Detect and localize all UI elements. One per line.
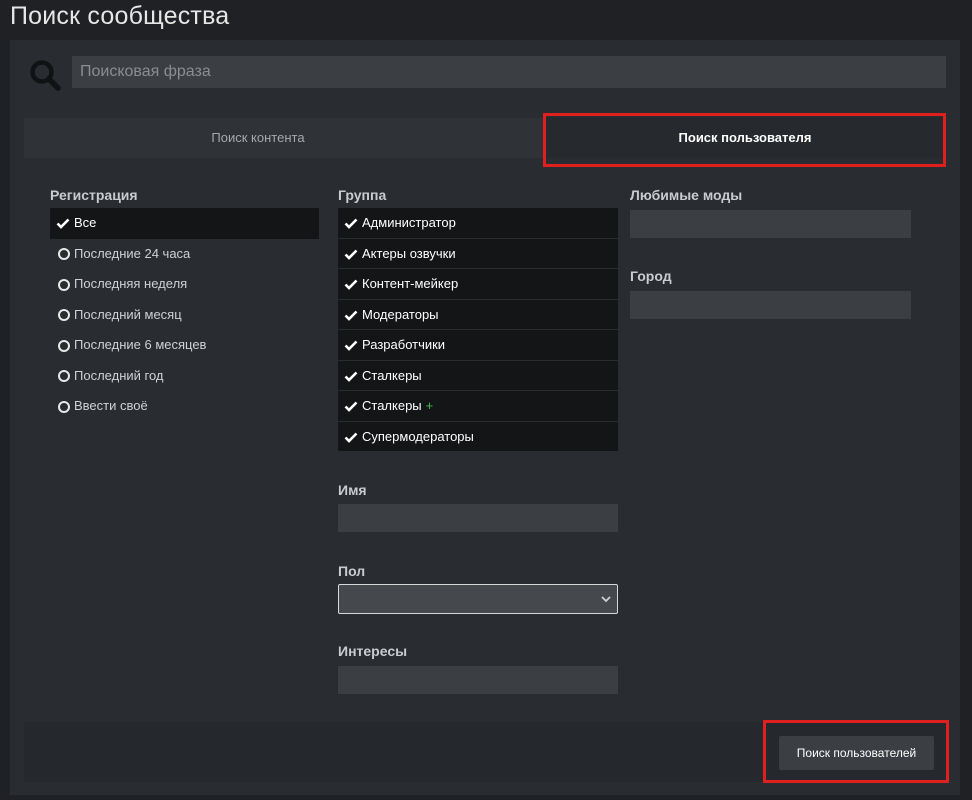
- radio-empty-icon: [58, 309, 70, 321]
- registration-option-year[interactable]: Последний год: [50, 361, 319, 392]
- registration-option-week[interactable]: Последняя неделя: [50, 269, 319, 300]
- check-icon: [344, 218, 358, 229]
- search-tabs: Поиск контента Поиск пользователя: [24, 118, 946, 158]
- search-icon[interactable]: [28, 58, 62, 92]
- check-icon: [344, 432, 358, 443]
- page-title: Поиск сообщества: [10, 2, 230, 30]
- check-icon: [344, 401, 358, 412]
- name-field[interactable]: [338, 504, 618, 532]
- registration-option-label: Последний год: [74, 367, 164, 383]
- check-icon: [344, 249, 358, 260]
- group-option-moderators[interactable]: Модераторы: [338, 299, 618, 329]
- registration-option-all[interactable]: Все: [50, 208, 319, 239]
- gender-select[interactable]: [338, 584, 618, 614]
- city-label: Город: [630, 268, 672, 284]
- registration-options: Все Последние 24 часа Последняя неделя П…: [50, 208, 319, 422]
- group-option-label: Супермодераторы: [362, 428, 474, 444]
- tab-content-search[interactable]: Поиск контента: [24, 118, 492, 158]
- check-icon: [344, 371, 358, 382]
- registration-label: Регистрация: [50, 187, 138, 203]
- registration-option-label: Все: [74, 215, 97, 230]
- check-icon: [344, 279, 358, 290]
- radio-empty-icon: [58, 248, 70, 260]
- group-option-label: Сталкеры: [362, 367, 422, 383]
- registration-option-label: Последние 24 часа: [74, 245, 191, 261]
- favorite-mods-field[interactable]: [630, 210, 911, 238]
- group-option-label: Актеры озвучки: [362, 245, 456, 261]
- group-option-label: Разработчики: [362, 337, 446, 352]
- group-options: Администратор Актеры озвучки Контент-мей…: [338, 208, 618, 452]
- group-option-label: Сталкеры: [362, 398, 422, 413]
- tab-user-search[interactable]: Поиск пользователя: [544, 118, 946, 158]
- chevron-down-icon: [601, 596, 611, 603]
- registration-option-label: Последние 6 месяцев: [74, 337, 207, 352]
- group-option-label: Модераторы: [362, 306, 439, 322]
- search-input[interactable]: [72, 56, 946, 88]
- group-option-stalkers-plus[interactable]: Сталкеры +: [338, 391, 618, 421]
- check-icon: [56, 218, 70, 229]
- radio-empty-icon: [58, 370, 70, 382]
- search-row: [24, 54, 946, 92]
- check-icon: [344, 340, 358, 351]
- group-option-label: Контент-мейкер: [362, 276, 459, 291]
- favorite-mods-label: Любимые моды: [630, 187, 743, 203]
- interests-field[interactable]: [338, 666, 618, 694]
- search-users-button[interactable]: Поиск пользователей: [779, 736, 934, 770]
- registration-option-label: Последняя неделя: [74, 276, 188, 291]
- group-option-voice-actors[interactable]: Актеры озвучки: [338, 238, 618, 268]
- registration-option-label: Последний месяц: [74, 306, 182, 322]
- radio-empty-icon: [58, 400, 70, 413]
- plus-badge: +: [425, 398, 434, 413]
- radio-empty-icon: [58, 339, 70, 352]
- registration-option-24h[interactable]: Последние 24 часа: [50, 239, 319, 270]
- gender-label: Пол: [338, 563, 366, 579]
- group-option-supermoderators[interactable]: Супермодераторы: [338, 421, 618, 451]
- registration-option-label: Ввести своё: [74, 398, 148, 413]
- check-icon: [344, 310, 358, 321]
- city-field[interactable]: [630, 291, 911, 319]
- radio-empty-icon: [58, 278, 70, 291]
- group-option-content-maker[interactable]: Контент-мейкер: [338, 269, 618, 299]
- group-option-admin[interactable]: Администратор: [338, 208, 618, 238]
- registration-option-6months[interactable]: Последние 6 месяцев: [50, 330, 319, 361]
- group-option-stalkers[interactable]: Сталкеры: [338, 360, 618, 390]
- group-option-developers[interactable]: Разработчики: [338, 330, 618, 360]
- name-label: Имя: [338, 482, 367, 498]
- group-label: Группа: [338, 187, 387, 203]
- group-option-label: Администратор: [362, 215, 456, 230]
- search-panel: Поиск контента Поиск пользователя Регист…: [10, 40, 960, 795]
- interests-label: Интересы: [338, 643, 408, 659]
- registration-option-custom[interactable]: Ввести своё: [50, 391, 319, 422]
- registration-option-month[interactable]: Последний месяц: [50, 300, 319, 331]
